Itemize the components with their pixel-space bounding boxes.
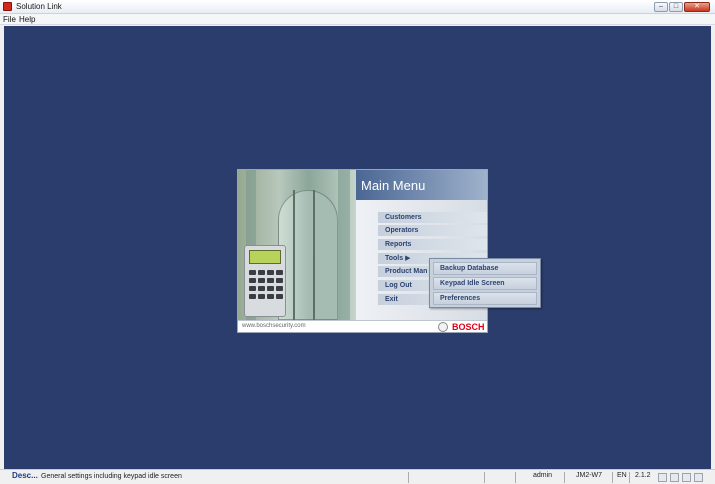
window-title: Solution Link bbox=[16, 2, 62, 11]
status-desc-label: Desc... bbox=[12, 471, 38, 480]
status-language: EN bbox=[617, 472, 627, 479]
status-indicator-icon bbox=[670, 473, 679, 482]
title-bar: Solution Link – □ ✕ bbox=[0, 0, 715, 14]
status-bar: Desc... General settings including keypa… bbox=[0, 469, 715, 484]
menu-file[interactable]: File bbox=[3, 15, 16, 24]
submenu-keypad-idle-screen[interactable]: Keypad Idle Screen bbox=[433, 277, 537, 290]
maximize-button[interactable]: □ bbox=[669, 2, 683, 12]
menu-operators-button[interactable]: Operators bbox=[378, 225, 487, 236]
keypad-device-image bbox=[244, 245, 286, 317]
tools-submenu: Backup Database Keypad Idle Screen Prefe… bbox=[429, 258, 541, 308]
submenu-backup-database[interactable]: Backup Database bbox=[433, 262, 537, 275]
status-user: admin bbox=[533, 472, 553, 479]
main-menu-header: Main Menu bbox=[356, 170, 487, 200]
panel-footer: www.boschsecurity.com BOSCH bbox=[238, 320, 487, 332]
building-entrance-image bbox=[238, 170, 356, 320]
status-version: 2.1.2 bbox=[635, 472, 651, 479]
menu-bar: File Help bbox=[0, 14, 715, 25]
status-indicator-icon bbox=[658, 473, 667, 482]
bosch-brand: BOSCH bbox=[452, 322, 485, 332]
main-menu-title: Main Menu bbox=[361, 178, 426, 193]
submenu-preferences[interactable]: Preferences bbox=[433, 292, 537, 305]
status-machine: JM2-W7 bbox=[576, 472, 603, 479]
menu-reports-button[interactable]: Reports bbox=[378, 239, 487, 250]
status-indicator-icon bbox=[682, 473, 691, 482]
menu-help[interactable]: Help bbox=[19, 15, 35, 24]
website-link: www.boschsecurity.com bbox=[242, 323, 306, 329]
app-icon bbox=[3, 2, 12, 11]
close-button[interactable]: ✕ bbox=[684, 2, 710, 12]
status-description: General settings including keypad idle s… bbox=[41, 473, 182, 480]
minimize-button[interactable]: – bbox=[654, 2, 668, 12]
status-indicator-icon bbox=[694, 473, 703, 482]
menu-customers-button[interactable]: Customers bbox=[378, 212, 487, 223]
bosch-logo-icon bbox=[438, 322, 448, 332]
